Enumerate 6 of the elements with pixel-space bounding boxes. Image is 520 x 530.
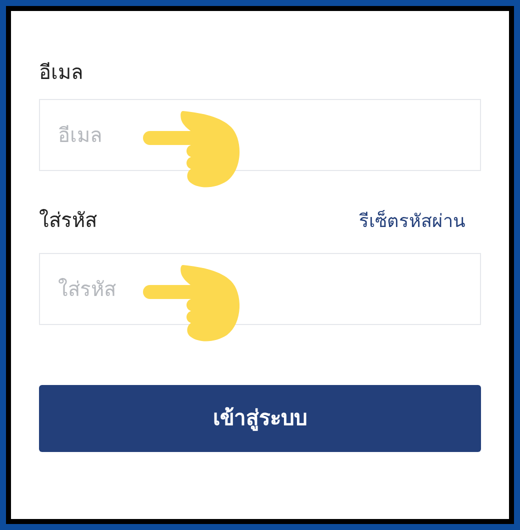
email-label: อีเมล	[39, 59, 84, 86]
password-label: ใส่รหัส	[39, 207, 97, 234]
login-button[interactable]: เข้าสู่ระบบ	[39, 385, 481, 452]
password-field[interactable]: ใส่รหัส	[39, 253, 481, 325]
reset-password-link[interactable]: รีเซ็ตรหัสผ่าน	[359, 208, 465, 235]
email-field[interactable]: อีเมล	[39, 99, 481, 171]
